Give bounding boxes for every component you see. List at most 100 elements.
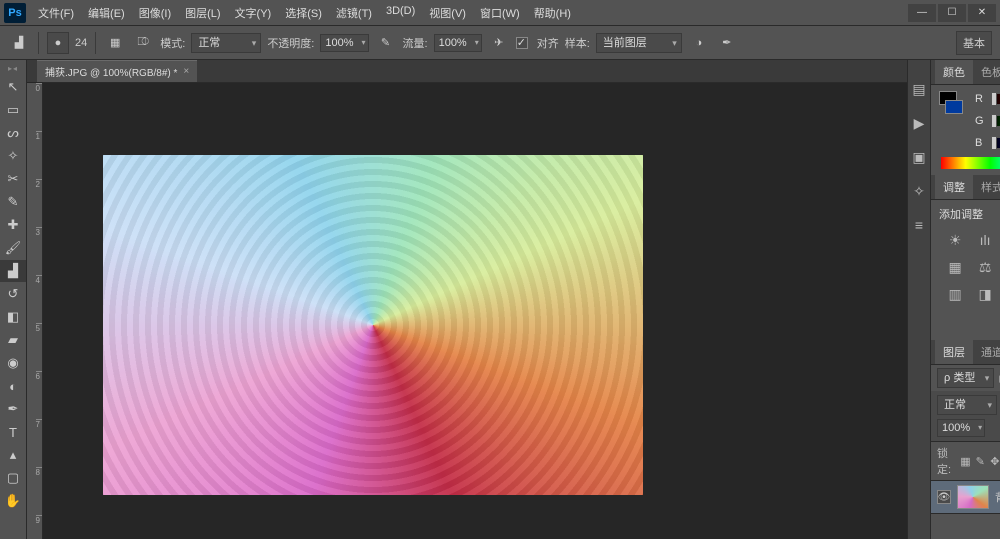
quick-select-tool[interactable]: ✧ (0, 145, 26, 167)
menu-view[interactable]: 视图(V) (423, 2, 472, 24)
close-button[interactable]: ✕ (968, 4, 996, 22)
brush-panel-shortcut-icon[interactable]: ✧ (908, 180, 930, 202)
dodge-tool[interactable]: ◐ (0, 375, 26, 397)
menu-help[interactable]: 帮助(H) (528, 2, 577, 24)
invert-icon[interactable]: ◨ (976, 286, 994, 303)
g-label: G (975, 115, 985, 127)
document-tab-title: 捕获.JPG @ 100%(RGB/8#) * (45, 64, 177, 79)
marquee-tool[interactable]: ▭ (0, 99, 26, 121)
pressure-opacity-icon[interactable]: ✎ (375, 32, 397, 54)
color-lookup-icon[interactable]: ▥ (946, 286, 964, 303)
layer-opacity-value[interactable]: 100% (937, 419, 985, 437)
layer-filter-kind[interactable]: ρ 类型 (937, 368, 994, 388)
tool-preset-icon[interactable]: ▟ (8, 32, 30, 54)
fg-bg-swatch[interactable] (939, 91, 963, 151)
document-canvas[interactable] (103, 155, 643, 495)
brush-tool[interactable]: 🖌 (0, 237, 26, 259)
align-checkbox[interactable] (516, 37, 528, 49)
eyedropper-tool[interactable]: ✎ (0, 191, 26, 213)
shape-tool[interactable]: ▢ (0, 467, 26, 489)
green-slider[interactable] (991, 116, 1000, 126)
color-panel-tabs: 颜色 色板 ≡ (931, 60, 1000, 85)
color-balance-icon[interactable]: ⚖ (976, 259, 994, 276)
title-bar: Ps 文件(F) 编辑(E) 图像(I) 图层(L) 文字(Y) 选择(S) 滤… (0, 0, 1000, 26)
pressure-size-icon[interactable]: ✒ (716, 32, 738, 54)
main-menu: 文件(F) 编辑(E) 图像(I) 图层(L) 文字(Y) 选择(S) 滤镜(T… (32, 2, 577, 24)
hand-tool[interactable]: ✋ (0, 490, 26, 512)
lock-transparency-icon[interactable]: ▦ (960, 455, 971, 468)
brush-size-value: 24 (75, 37, 87, 49)
brush-panel-icon[interactable]: ▦ (104, 32, 126, 54)
pen-tool[interactable]: ✒ (0, 398, 26, 420)
layers-panel-tabs: 图层 通道 路径 ≡ (931, 340, 1000, 365)
lock-pixels-icon[interactable]: ✎ (975, 455, 986, 468)
adjust-title: 添加调整 (939, 206, 1000, 222)
tab-channels[interactable]: 通道 (973, 340, 1000, 364)
layer-row[interactable]: 👁 背景 🔒 (931, 480, 1000, 514)
document-workspace: 捕获.JPG @ 100%(RGB/8#) * × 01234567891011… (27, 60, 907, 539)
tab-swatches[interactable]: 色板 (973, 60, 1000, 84)
menu-file[interactable]: 文件(F) (32, 2, 80, 24)
move-tool[interactable]: ↖ (0, 76, 26, 98)
sample-select[interactable]: 当前图层 (596, 33, 682, 53)
maximize-button[interactable]: ☐ (938, 4, 966, 22)
history-panel-icon[interactable]: ▤ (908, 78, 930, 100)
hue-sat-icon[interactable]: ▦ (946, 259, 964, 276)
menu-layer[interactable]: 图层(L) (179, 2, 226, 24)
tab-color[interactable]: 颜色 (935, 60, 973, 84)
tab-adjustments[interactable]: 调整 (935, 175, 973, 199)
airbrush-icon[interactable]: ✈ (488, 32, 510, 54)
red-slider[interactable] (991, 94, 1000, 104)
play-panel-icon[interactable]: ▶ (908, 112, 930, 134)
color-spectrum[interactable] (941, 157, 1000, 169)
healing-tool[interactable]: ✚ (0, 214, 26, 236)
document-tab[interactable]: 捕获.JPG @ 100%(RGB/8#) * × (37, 60, 197, 82)
layer-name[interactable]: 背景 (995, 489, 1000, 505)
menu-filter[interactable]: 滤镜(T) (330, 2, 378, 24)
align-label: 对齐 (537, 35, 559, 51)
adjustments-panel: 添加调整 ☀ ılı ⩍ ◫ ▽ ▦ ⚖ ◧ ◩ ❖ ▥ ◨ ▨ ◪ ▰ (931, 200, 1000, 340)
type-tool[interactable]: T (0, 421, 26, 443)
lasso-tool[interactable]: ᔕ (0, 122, 26, 144)
ruler-vertical[interactable]: 0123456789 (27, 83, 43, 539)
layer-blend-mode[interactable]: 正常 (937, 395, 997, 415)
right-panels: 颜色 色板 ≡ R0 G0 B0 (930, 60, 1000, 539)
menu-3d[interactable]: 3D(D) (380, 2, 421, 24)
minimize-button[interactable]: — (908, 4, 936, 22)
levels-icon[interactable]: ılı (976, 232, 994, 249)
toolbox-grip-icon[interactable]: ▸◂ (8, 64, 18, 73)
flow-value[interactable]: 100% (434, 34, 482, 52)
gradient-tool[interactable]: ▰ (0, 329, 26, 351)
workspace-basic-button[interactable]: 基本 (956, 31, 992, 55)
history-brush-tool[interactable]: ↺ (0, 283, 26, 305)
menu-image[interactable]: 图像(I) (133, 2, 177, 24)
lock-position-icon[interactable]: ✥ (990, 455, 1000, 468)
menu-edit[interactable]: 编辑(E) (82, 2, 131, 24)
tab-layers[interactable]: 图层 (935, 340, 973, 364)
tab-styles[interactable]: 样式 (973, 175, 1000, 199)
b-label: B (975, 137, 985, 149)
layer-thumbnail[interactable] (957, 485, 989, 509)
opacity-value[interactable]: 100% (320, 34, 368, 52)
eraser-tool[interactable]: ◧ (0, 306, 26, 328)
brightness-icon[interactable]: ☀ (946, 232, 964, 249)
close-tab-icon[interactable]: × (183, 66, 189, 77)
ignore-adjust-icon[interactable]: ◑ (688, 32, 710, 54)
path-select-tool[interactable]: ▴ (0, 444, 26, 466)
crop-tool[interactable]: ✂ (0, 168, 26, 190)
toolbox: ▸◂ ↖ ▭ ᔕ ✧ ✂ ✎ ✚ 🖌 ▟ ↺ ◧ ▰ ◉ ◐ ✒ T ▴ ▢ ✋ (0, 60, 27, 539)
canvas-area[interactable] (43, 83, 907, 539)
menu-select[interactable]: 选择(S) (279, 2, 328, 24)
brush-settings-icon[interactable]: ⎄ (132, 32, 154, 54)
blend-mode-select[interactable]: 正常 (191, 33, 261, 53)
menu-window[interactable]: 窗口(W) (474, 2, 526, 24)
blur-tool[interactable]: ◉ (0, 352, 26, 374)
brushes-panel-icon[interactable]: ≡ (908, 214, 930, 236)
clone-stamp-tool[interactable]: ▟ (0, 260, 26, 282)
properties-panel-icon[interactable]: ▣ (908, 146, 930, 168)
menu-type[interactable]: 文字(Y) (229, 2, 278, 24)
blue-slider[interactable] (991, 138, 1000, 148)
brush-preview-icon[interactable]: ● (47, 32, 69, 54)
adjust-panel-tabs: 调整 样式 ≡ (931, 175, 1000, 200)
visibility-eye-icon[interactable]: 👁 (937, 490, 951, 504)
